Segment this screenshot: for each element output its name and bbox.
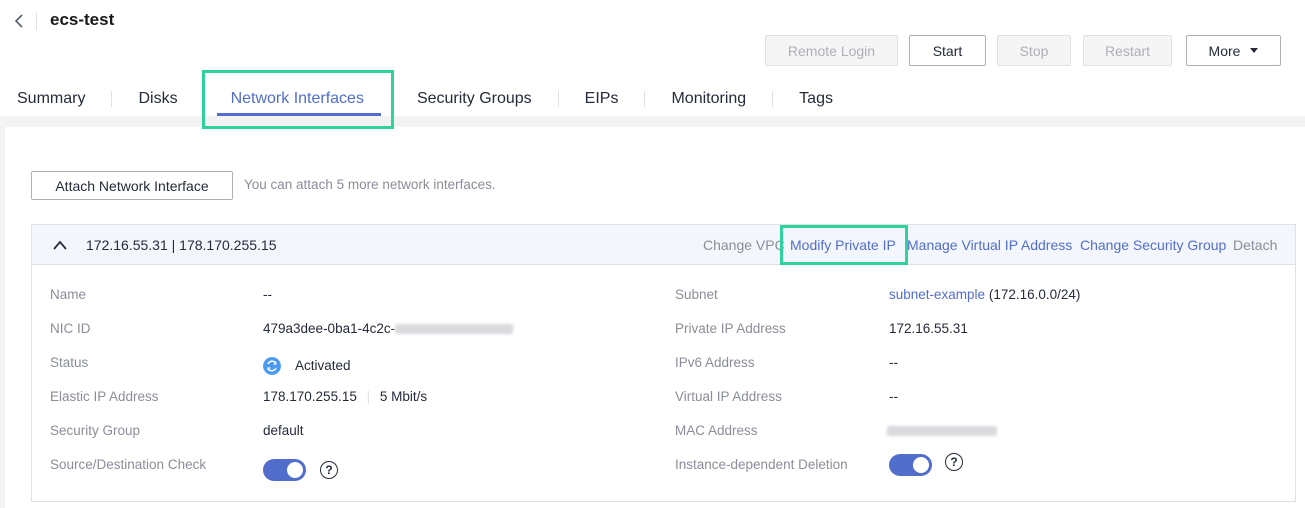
restart-button[interactable]: Restart [1083, 35, 1172, 66]
more-button-label: More [1208, 42, 1241, 59]
eip-address: 178.170.255.15 [263, 389, 357, 404]
subnet-value: subnet-example (172.16.0.0/24) [889, 287, 1080, 302]
nic-card: 172.16.55.31 | 178.170.255.15 Change VPC… [31, 224, 1296, 502]
detach-link[interactable]: Detach [1233, 237, 1277, 253]
start-button[interactable]: Start [909, 35, 986, 66]
virtual-ip-value: -- [889, 389, 898, 404]
private-ip-label: Private IP Address [675, 321, 786, 336]
help-icon[interactable]: ? [945, 453, 963, 471]
mac-address-redacted [887, 426, 997, 437]
title-divider [36, 12, 37, 30]
change-security-group-link[interactable]: Change Security Group [1080, 237, 1226, 253]
nic-title: 172.16.55.31 | 178.170.255.15 [86, 237, 277, 253]
name-label: Name [50, 287, 87, 302]
eip-label: Elastic IP Address [50, 389, 159, 404]
help-icon[interactable]: ? [320, 461, 338, 479]
manage-virtual-ip-link[interactable]: Manage Virtual IP Address [907, 237, 1072, 253]
instance-dependent-deletion-toggle[interactable] [889, 454, 932, 476]
nic-id-redacted [395, 324, 514, 335]
subnet-label: Subnet [675, 287, 718, 302]
tab-divider [772, 91, 774, 107]
subnet-link[interactable]: subnet-example [889, 287, 985, 302]
private-ip-value: 172.16.55.31 [889, 321, 968, 336]
ipv6-value: -- [889, 355, 898, 370]
nic-card-header: 172.16.55.31 | 178.170.255.15 Change VPC… [32, 225, 1295, 265]
nic-id-text: 479a3dee-0ba1-4c2c- [263, 321, 396, 336]
action-bar: Remote Login Start Stop Restart More [765, 35, 1281, 66]
ipv6-label: IPv6 Address [675, 355, 755, 370]
instance-dependent-deletion-label: Instance-dependent Deletion [675, 457, 848, 472]
status-value: Activated [295, 358, 351, 373]
source-destination-check-label: Source/Destination Check [50, 457, 207, 472]
name-value: -- [263, 287, 272, 302]
nic-id-label: NIC ID [50, 321, 91, 336]
attach-hint: You can attach 5 more network interfaces… [244, 177, 496, 192]
tab-divider [111, 91, 113, 107]
tab-disks[interactable]: Disks [138, 90, 177, 108]
more-button[interactable]: More [1186, 35, 1281, 66]
virtual-ip-label: Virtual IP Address [675, 389, 782, 404]
attach-network-interface-button[interactable]: Attach Network Interface [31, 171, 233, 200]
back-icon[interactable] [12, 12, 28, 30]
eip-value: 178.170.255.15 | 5 Mbit/s [263, 389, 427, 404]
mac-address-label: MAC Address [675, 423, 758, 438]
security-group-label: Security Group [50, 423, 141, 438]
tab-divider [557, 91, 559, 107]
tab-summary[interactable]: Summary [17, 90, 85, 108]
eip-bandwidth: 5 Mbit/s [379, 389, 428, 404]
stop-button[interactable]: Stop [997, 35, 1071, 66]
change-vpc-link[interactable]: Change VPC [703, 237, 785, 253]
page-title: ecs-test [50, 10, 115, 29]
highlight-box-modify-private-ip [780, 225, 908, 265]
status-label: Status [50, 355, 89, 370]
mac-address-value [887, 423, 997, 438]
subnet-cidr: (172.16.0.0/24) [988, 287, 1081, 302]
remote-login-button[interactable]: Remote Login [765, 35, 898, 66]
caret-down-icon [1250, 48, 1259, 53]
status-activated-icon [263, 357, 281, 375]
source-destination-check-toggle[interactable] [263, 459, 306, 481]
nic-id-value: 479a3dee-0ba1-4c2c- [263, 321, 514, 336]
chevron-up-icon[interactable] [52, 238, 68, 252]
tab-eips[interactable]: EIPs [585, 90, 619, 108]
tab-security-groups[interactable]: Security Groups [417, 90, 532, 108]
tab-monitoring[interactable]: Monitoring [671, 90, 746, 108]
tab-divider [644, 91, 646, 107]
security-group-link[interactable]: default [263, 423, 304, 438]
highlight-box-network-interfaces [202, 70, 394, 129]
tab-tags[interactable]: Tags [799, 90, 833, 108]
tab-bar: Summary Disks Network Interfaces Securit… [17, 87, 833, 111]
eip-separator: | [366, 389, 371, 404]
